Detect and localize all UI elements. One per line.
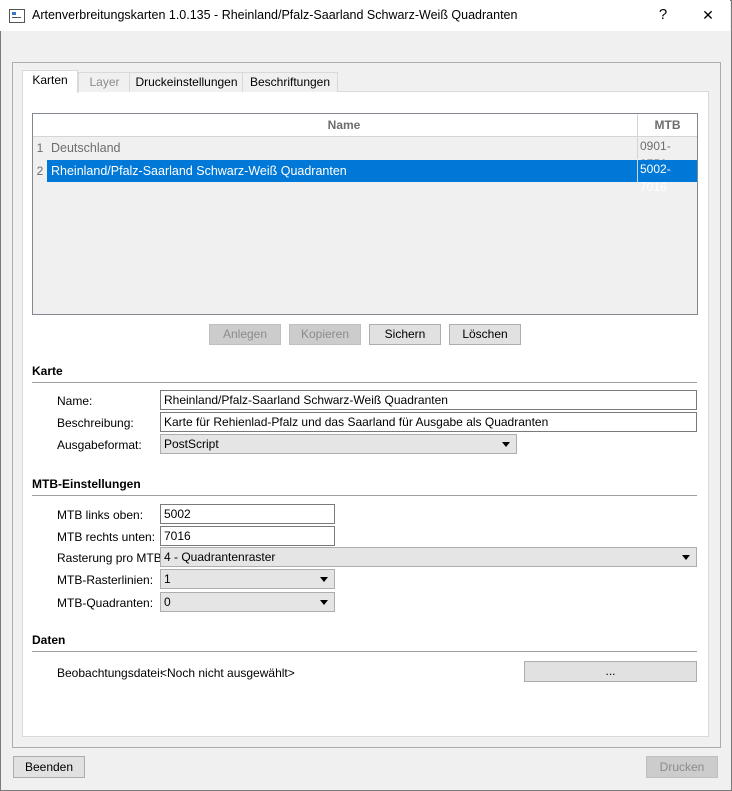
loeschen-button[interactable]: Löschen (449, 324, 521, 345)
mtb-links-oben-field[interactable]: 5002 (160, 504, 335, 524)
beschreibung-field[interactable]: Karte für Rehienlad-Pfalz und das Saarla… (160, 412, 697, 432)
separator (32, 382, 697, 383)
beenden-button[interactable]: Beenden (13, 756, 85, 778)
beobachtungsdatei-value: <Noch nicht ausgewählt> (160, 666, 295, 680)
row-mtb: 5002-7016 (637, 160, 695, 194)
column-header-name[interactable]: Name (51, 114, 637, 136)
close-button[interactable]: ✕ (686, 2, 730, 28)
rasterlinien-label: MTB-Rasterlinien: (57, 573, 154, 587)
quadranten-label: MTB-Quadranten: (57, 596, 154, 610)
sichern-button[interactable]: Sichern (369, 324, 441, 345)
beobachtungsdatei-label: Beobachtungsdatei: (57, 666, 164, 680)
title-bar: Artenverbreitungskarten 1.0.135 - Rheinl… (0, 0, 730, 31)
name-field[interactable]: Rheinland/Pfalz-Saarland Schwarz-Weiß Qu… (160, 390, 697, 410)
chevron-down-icon (682, 555, 690, 560)
separator (32, 495, 697, 496)
ausgabeformat-label: Ausgabeformat: (57, 438, 142, 452)
kopieren-button[interactable]: Kopieren (289, 324, 361, 345)
section-title-karte: Karte (32, 364, 63, 378)
ausgabeformat-select[interactable]: PostScript (160, 434, 517, 454)
tab-beschriftungen[interactable]: Beschriftungen (242, 72, 338, 92)
chevron-down-icon (320, 600, 328, 605)
column-header-mtb[interactable]: MTB (637, 114, 697, 136)
table-row-selected[interactable]: 2 Rheinland/Pfalz-Saarland Schwarz-Weiß … (33, 160, 697, 194)
help-button[interactable]: ? (641, 2, 685, 28)
tab-karten[interactable]: Karten (22, 70, 78, 93)
app-icon (9, 9, 25, 23)
rasterung-label: Rasterung pro MTB: (57, 551, 166, 565)
row-name: Deutschland (51, 141, 121, 155)
rasterlinien-value: 1 (164, 572, 171, 586)
rasterung-select[interactable]: 4 - Quadrantenraster (160, 547, 697, 567)
separator (32, 651, 697, 652)
section-title-daten: Daten (32, 633, 66, 647)
quadranten-value: 0 (164, 595, 171, 609)
drucken-button[interactable]: Drucken (646, 756, 718, 778)
table-header: Name MTB (33, 114, 697, 137)
row-number: 2 (33, 160, 47, 182)
anlegen-button[interactable]: Anlegen (209, 324, 281, 345)
ausgabeformat-value: PostScript (164, 437, 219, 451)
tab-layer[interactable]: Layer (78, 72, 131, 92)
beschreibung-label: Beschreibung: (57, 416, 134, 430)
row-mtb: 0901-8756 (637, 137, 695, 171)
browse-button[interactable]: ... (524, 661, 697, 682)
row-name: Rheinland/Pfalz-Saarland Schwarz-Weiß Qu… (51, 164, 347, 178)
mtb-rechts-unten-field[interactable]: 7016 (160, 526, 335, 546)
chevron-down-icon (502, 442, 510, 447)
window-title: Artenverbreitungskarten 1.0.135 - Rheinl… (32, 8, 518, 22)
name-label: Name: (57, 394, 93, 408)
tab-druckeinstellungen[interactable]: Druckeinstellungen (129, 72, 244, 92)
rasterlinien-select[interactable]: 1 (160, 569, 335, 589)
row-number: 1 (36, 141, 44, 155)
mtb-links-oben-label: MTB links oben: (57, 508, 144, 522)
section-title-mtb: MTB-Einstellungen (32, 477, 141, 491)
maps-table[interactable]: Name MTB 1 Deutschland 0901-8756 2 Rhein… (32, 113, 698, 315)
quadranten-select[interactable]: 0 (160, 592, 335, 612)
table-row[interactable]: 1 Deutschland 0901-8756 (33, 137, 697, 171)
mtb-rechts-unten-label: MTB rechts unten: (57, 530, 156, 544)
rasterung-value: 4 - Quadrantenraster (164, 550, 276, 564)
chevron-down-icon (320, 577, 328, 582)
